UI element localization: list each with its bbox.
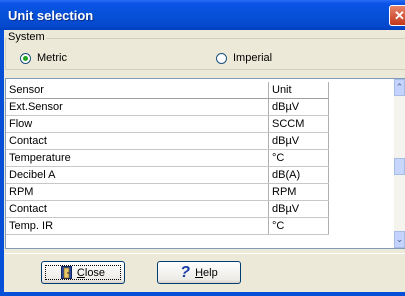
table-row[interactable]: Flow SCCM xyxy=(6,116,329,133)
button-bar: Close ? Help xyxy=(5,253,405,291)
table-row[interactable]: Contact dBµV xyxy=(6,133,329,150)
sensor-cell: Contact xyxy=(6,133,269,149)
table-row[interactable]: Decibel A dB(A) xyxy=(6,167,329,184)
table-vertical-scrollbar[interactable]: ⌃ ⌄ xyxy=(394,79,405,248)
sensor-cell: Temp. IR xyxy=(6,218,269,234)
table-row[interactable]: Temp. IR °C xyxy=(6,218,329,235)
scroll-down-icon[interactable]: ⌄ xyxy=(394,231,405,248)
close-window-icon[interactable]: ✕ xyxy=(389,5,405,26)
radio-selected-icon[interactable] xyxy=(20,52,31,64)
unit-cell[interactable]: °C xyxy=(269,218,329,234)
help-question-icon: ? xyxy=(180,263,191,281)
exit-door-icon xyxy=(60,266,72,279)
sensor-cell: Temperature xyxy=(6,150,269,166)
table-row[interactable]: RPM RPM xyxy=(6,184,329,201)
unit-selection-dialog: Unit selection ✕ System Metric Imperial … xyxy=(0,0,405,296)
scroll-up-icon[interactable]: ⌃ xyxy=(394,79,405,96)
sensor-cell: Flow xyxy=(6,116,269,132)
scroll-thumb[interactable] xyxy=(394,158,405,175)
window-frame-left xyxy=(0,30,4,296)
sensor-cell: Decibel A xyxy=(6,167,269,183)
help-button-label: Help xyxy=(195,266,218,279)
unit-cell[interactable]: dBµV xyxy=(269,201,329,217)
table-row[interactable]: Contact dBµV xyxy=(6,201,329,218)
imperial-label: Imperial xyxy=(233,52,273,64)
title-bar: Unit selection ✕ xyxy=(0,0,405,30)
radio-unselected-icon[interactable] xyxy=(216,52,227,64)
column-header-unit[interactable]: Unit xyxy=(269,82,329,98)
column-header-sensor[interactable]: Sensor xyxy=(6,82,269,98)
unit-cell[interactable]: dB(A) xyxy=(269,167,329,183)
metric-label: Metric xyxy=(37,52,67,64)
sensor-cell: Contact xyxy=(6,201,269,217)
window-frame-bottom xyxy=(0,292,405,296)
unit-cell[interactable]: RPM xyxy=(269,184,329,200)
system-group-label: System xyxy=(7,31,46,43)
metric-radio-option[interactable]: Metric xyxy=(20,52,67,64)
unit-cell[interactable]: dBµV xyxy=(269,99,329,115)
table-row[interactable]: Temperature °C xyxy=(6,150,329,167)
window-title: Unit selection xyxy=(8,8,94,23)
unit-cell[interactable]: °C xyxy=(269,150,329,166)
sensor-cell: Ext.Sensor xyxy=(6,99,269,115)
imperial-radio-option[interactable]: Imperial xyxy=(216,52,272,64)
unit-cell[interactable]: dBµV xyxy=(269,133,329,149)
unit-cell[interactable]: SCCM xyxy=(269,116,329,132)
close-button-label: Close xyxy=(76,266,106,279)
help-button[interactable]: ? Help xyxy=(157,261,241,284)
table-row[interactable]: Ext.Sensor dBµV xyxy=(6,99,329,116)
sensor-cell: RPM xyxy=(6,184,269,200)
table-header-row: Sensor Unit xyxy=(6,82,329,99)
sensor-unit-table: Sensor Unit Ext.Sensor dBµV Flow SCCM Co… xyxy=(6,82,329,235)
close-button[interactable]: Close xyxy=(41,261,125,284)
